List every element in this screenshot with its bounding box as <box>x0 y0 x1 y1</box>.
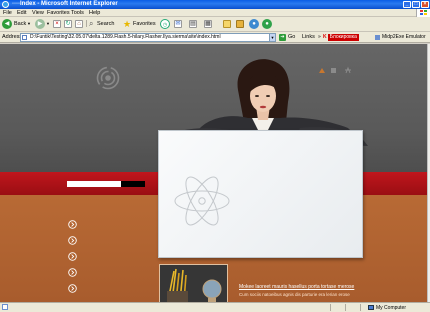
menu-tools[interactable]: Tools <box>71 10 84 16</box>
status-bar: My Computer <box>0 302 430 312</box>
nav-arrow-icon[interactable] <box>68 236 77 245</box>
pencils-globe-image <box>160 265 227 302</box>
back-dropdown-icon[interactable]: ▼ <box>27 19 31 29</box>
kaspersky-toolbar[interactable]: K Блокировка <box>323 34 359 41</box>
presentation-board <box>158 130 363 258</box>
ie-icon <box>2 1 9 8</box>
window-title: Index - Microsoft Internet Explorer <box>20 1 118 7</box>
close-button[interactable]: × <box>421 1 429 8</box>
messenger-icon[interactable] <box>236 20 244 28</box>
address-dropdown-icon[interactable]: ▼ <box>269 33 276 42</box>
links-chevron-icon[interactable]: » <box>318 33 321 42</box>
page-status-icon <box>2 304 8 310</box>
tool-icon[interactable]: ● <box>262 19 272 29</box>
windows-logo-icon <box>416 9 430 17</box>
search-label[interactable]: Search <box>97 19 114 29</box>
forward-arrow-icon[interactable]: ▶ <box>35 19 45 29</box>
links-button[interactable]: Links <box>302 33 315 42</box>
search-icon[interactable]: ⌕ <box>89 19 93 29</box>
minimize-button[interactable]: _ <box>403 1 411 8</box>
zone-indicator: My Computer <box>368 304 406 312</box>
menu-favorites[interactable]: Favorites <box>47 10 70 16</box>
go-button[interactable]: Go <box>288 33 295 42</box>
atom-icon <box>174 176 230 226</box>
nav-arrow-icon[interactable] <box>68 268 77 277</box>
search-field[interactable] <box>67 181 121 187</box>
nav-arrow-icon[interactable] <box>68 284 77 293</box>
midp-emulator-button[interactable]: Midp2Exe Emulator <box>374 33 429 42</box>
back-label[interactable]: Back <box>14 19 26 29</box>
news-link[interactable]: Mokee laoreet mauris hasellus porta tort… <box>239 284 354 290</box>
menu-help[interactable]: Help <box>89 10 100 16</box>
menu-bar: File Edit View Favorites Tools Help <box>0 9 430 17</box>
news-thumbnail[interactable] <box>159 264 228 302</box>
go-arrow-icon[interactable]: ➜ <box>279 34 286 41</box>
menu-edit[interactable]: Edit <box>17 10 26 16</box>
network-icon[interactable]: ● <box>249 19 259 29</box>
title-prefix: ---- <box>12 1 20 7</box>
midp-icon <box>375 35 380 40</box>
address-bar: Address D:\Funtik\Testing\32.05.07\delta… <box>0 32 430 43</box>
page-content: Mokee laoreet mauris hasellus porta tort… <box>0 44 427 302</box>
nav-arrow-icon[interactable] <box>68 252 77 261</box>
nav-arrow-icon[interactable] <box>68 220 77 229</box>
address-input[interactable]: D:\Funtik\Testing\32.05.07\delta.1289.Fl… <box>20 33 276 42</box>
menu-view[interactable]: View <box>32 10 44 16</box>
address-value: D:\Funtik\Testing\32.05.07\delta.1289.Fl… <box>30 34 221 40</box>
favorites-star-icon[interactable]: ★ <box>123 19 131 29</box>
back-arrow-icon[interactable]: ◀ <box>2 19 12 29</box>
forward-dropdown-icon[interactable]: ▼ <box>46 19 50 29</box>
edit-icon[interactable]: ▦ <box>204 20 212 28</box>
history-icon[interactable]: ◷ <box>160 19 170 29</box>
kaspersky-box: Блокировка <box>327 34 359 41</box>
favorites-label[interactable]: Favorites <box>133 19 156 29</box>
maximize-button[interactable]: □ <box>412 1 420 8</box>
page-icon <box>22 35 27 40</box>
home-icon[interactable]: ⌂ <box>75 20 83 28</box>
title-bar: ----Index - Microsoft Internet Explorer … <box>0 0 430 9</box>
news-text: Cum sociis natoeibus agnis dis parturie … <box>239 292 350 297</box>
print-icon[interactable]: ▤ <box>189 20 197 28</box>
computer-icon <box>368 305 374 310</box>
folder-icon[interactable] <box>223 20 231 28</box>
mail-icon[interactable]: ✉ <box>174 20 182 28</box>
toolbar: ◀ Back ▼ ▶ ▼ × ↻ ⌂ ⌕ Search ★ Favorites … <box>0 17 430 32</box>
menu-file[interactable]: File <box>3 10 12 16</box>
stop-icon[interactable]: × <box>53 20 61 28</box>
search-button[interactable] <box>121 181 145 187</box>
logo-icon[interactable] <box>96 66 120 90</box>
refresh-icon[interactable]: ↻ <box>64 20 72 28</box>
